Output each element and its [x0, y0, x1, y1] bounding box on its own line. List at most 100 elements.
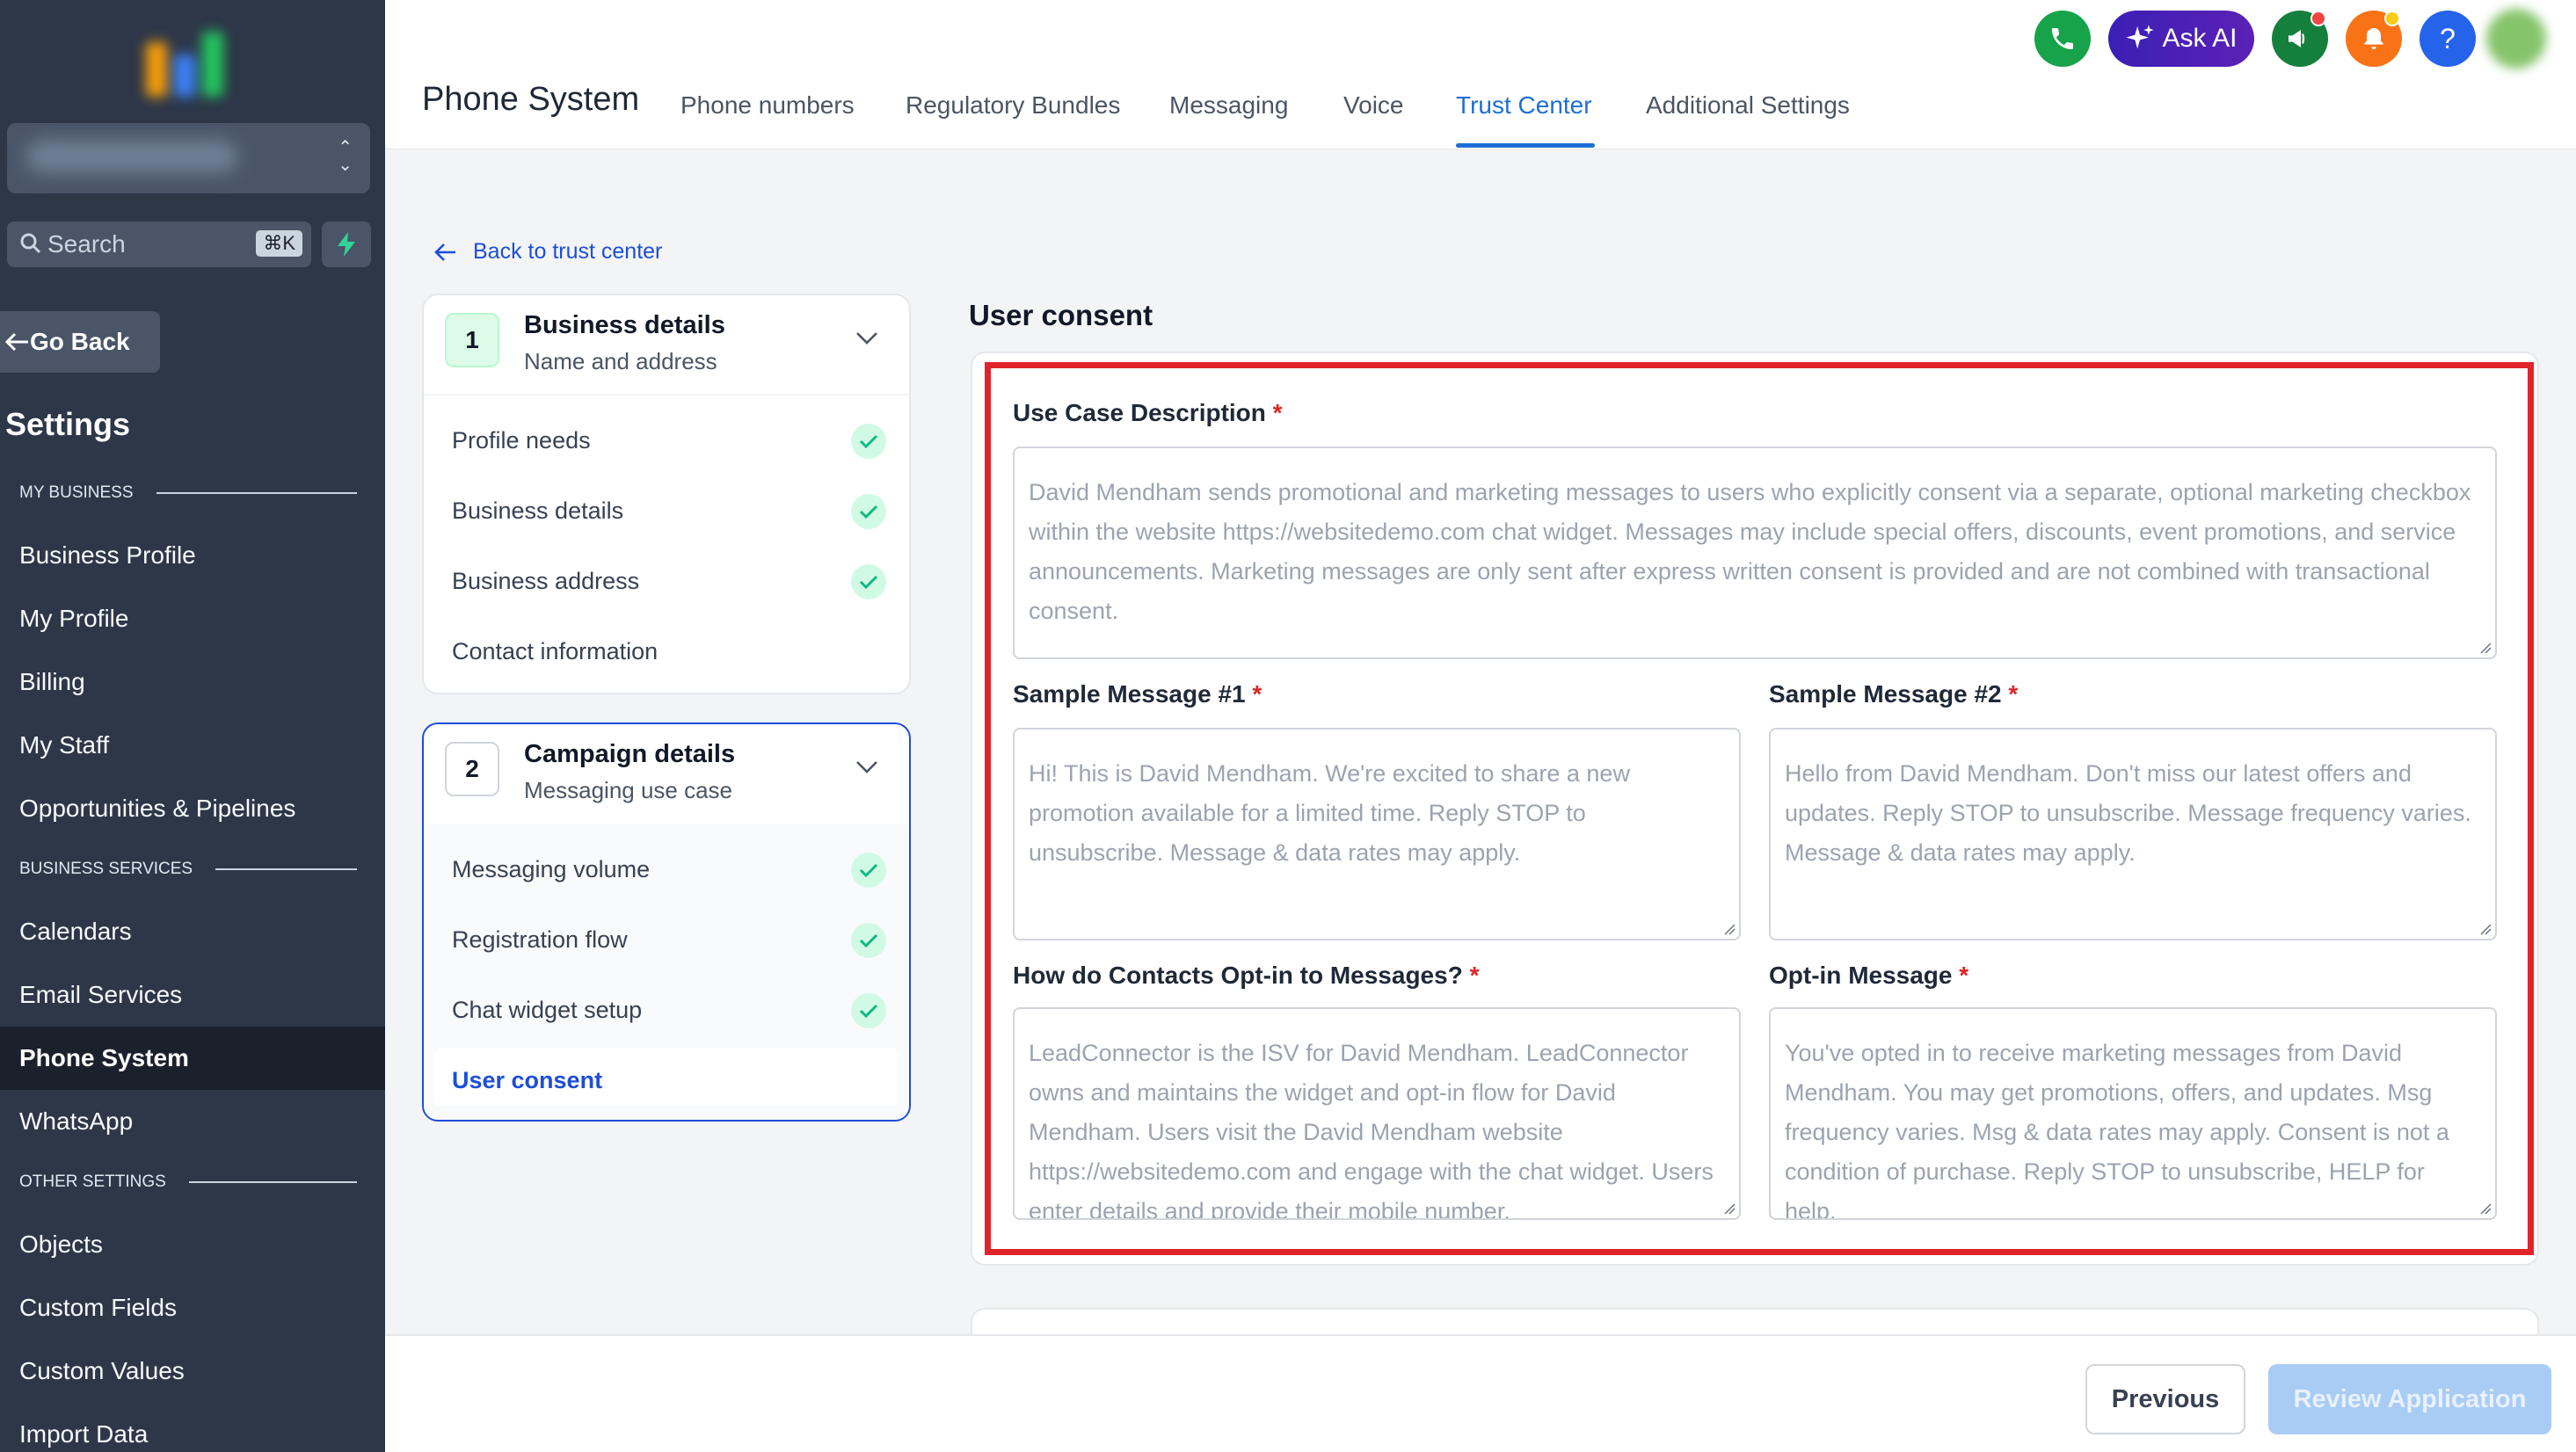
avatar[interactable]: [2486, 9, 2546, 69]
sidebar-item-my-staff[interactable]: My Staff: [19, 731, 109, 759]
label-text: Sample Message #2: [1769, 680, 2002, 708]
required-asterisk: *: [2008, 680, 2019, 708]
step-item-messaging-volume[interactable]: Messaging volume: [452, 856, 650, 883]
ask-ai-label: Ask AI: [2162, 24, 2238, 53]
sidebar-item-my-profile[interactable]: My Profile: [19, 605, 128, 633]
search-placeholder: Search: [47, 230, 126, 258]
sidebar-item-calendars[interactable]: Calendars: [19, 918, 132, 946]
search-icon: [20, 233, 41, 254]
sidebar-item-custom-fields[interactable]: Custom Fields: [19, 1294, 177, 1322]
bell-icon: [2364, 28, 2383, 49]
lightning-icon: [338, 232, 355, 257]
sample-message-2-label: Sample Message #2 *: [1769, 680, 2018, 708]
arrow-left-icon: [434, 243, 455, 261]
sidebar-item-whatsapp[interactable]: WhatsApp: [19, 1107, 133, 1136]
chevron-up-down-icon: ⌃ ⌄: [338, 138, 353, 175]
resize-grip-icon[interactable]: [2479, 1202, 2492, 1215]
account-name-redacted: [26, 141, 237, 172]
field-value: LeadConnector is the ISV for David Mendh…: [1029, 1040, 1714, 1220]
label-text: Sample Message #1: [1013, 680, 1246, 708]
next-panel-edge: [971, 1308, 2539, 1334]
step-item-profile-needs[interactable]: Profile needs: [452, 427, 591, 454]
search-shortcut-badge: ⌘K: [256, 230, 302, 257]
field-value: Hi! This is David Mendham. We're excited…: [1029, 760, 1630, 866]
step-subtitle: Name and address: [524, 348, 717, 374]
sidebar-item-billing[interactable]: Billing: [19, 668, 85, 696]
resize-grip-icon[interactable]: [1723, 923, 1736, 935]
use-case-description-field[interactable]: David Mendham sends promotional and mark…: [1013, 446, 2497, 659]
sidebar-item-opportunities[interactable]: Opportunities & Pipelines: [19, 795, 295, 823]
megaphone-icon: [2289, 30, 2305, 47]
opt-in-message-field[interactable]: You've opted in to receive marketing mes…: [1769, 1007, 2497, 1220]
active-tab-indicator: [1456, 143, 1595, 148]
tab-trust-center[interactable]: Trust Center: [1456, 91, 1592, 120]
app-logo: [141, 19, 229, 97]
tab-voice[interactable]: Voice: [1343, 91, 1404, 120]
opt-in-method-field[interactable]: LeadConnector is the ISV for David Mendh…: [1013, 1007, 1741, 1220]
sidebar-item-phone-system[interactable]: Phone System: [19, 1044, 189, 1072]
divider: [424, 394, 909, 396]
help-button[interactable]: ?: [2420, 11, 2476, 67]
footer-bar: [385, 1334, 2576, 1452]
step-header-campaign-details[interactable]: 2 Campaign details Messaging use case: [445, 724, 888, 812]
step-item-business-address[interactable]: Business address: [452, 568, 639, 595]
sparkle-icon: [2126, 25, 2155, 49]
page-title: Phone System: [422, 81, 640, 118]
step-card-campaign-details: 2 Campaign details Messaging use case Me…: [422, 722, 911, 1122]
sample-message-2-field[interactable]: Hello from David Mendham. Don't miss our…: [1769, 728, 2497, 940]
required-asterisk: *: [1959, 962, 1969, 989]
check-icon: [851, 853, 886, 888]
tab-additional-settings[interactable]: Additional Settings: [1646, 91, 1850, 120]
step-item-contact-information[interactable]: Contact information: [452, 638, 658, 665]
section-business-services: BUSINESS SERVICES: [19, 860, 357, 879]
back-to-trust-center-link[interactable]: Back to trust center: [434, 239, 662, 265]
help-icon: ?: [2440, 22, 2456, 54]
sample-message-1-label: Sample Message #1 *: [1013, 680, 1262, 708]
sidebar-item-custom-values[interactable]: Custom Values: [19, 1357, 185, 1385]
sidebar-item-import-data[interactable]: Import Data: [19, 1420, 148, 1448]
sidebar-item-email-services[interactable]: Email Services: [19, 981, 182, 1009]
required-asterisk: *: [1252, 680, 1263, 708]
label-text: How do Contacts Opt-in to Messages?: [1013, 962, 1463, 989]
sidebar-item-objects[interactable]: Objects: [19, 1231, 103, 1259]
announcements-button[interactable]: [2272, 11, 2328, 67]
tab-messaging[interactable]: Messaging: [1169, 91, 1288, 120]
resize-grip-icon[interactable]: [1723, 1202, 1736, 1215]
step-header-business-details[interactable]: 1 Business details Name and address: [445, 295, 888, 383]
check-icon: [851, 494, 886, 529]
opt-in-message-label: Opt-in Message *: [1769, 962, 1968, 990]
sidebar-item-business-profile[interactable]: Business Profile: [19, 541, 196, 570]
arrow-left-icon: [4, 332, 28, 352]
chevron-down-icon: [856, 761, 877, 773]
quick-action-button[interactable]: [322, 221, 371, 267]
chevron-down-icon: [856, 332, 877, 345]
check-icon: [851, 564, 886, 599]
review-application-button[interactable]: Review Application: [2268, 1364, 2551, 1434]
tab-regulatory-bundles[interactable]: Regulatory Bundles: [906, 91, 1120, 120]
ask-ai-button[interactable]: Ask AI: [2108, 11, 2254, 67]
phone-button[interactable]: [2034, 11, 2091, 67]
step-item-registration-flow[interactable]: Registration flow: [452, 926, 628, 954]
check-icon: [851, 424, 886, 459]
label-text: Use Case Description: [1013, 399, 1266, 426]
previous-button[interactable]: Previous: [2085, 1364, 2245, 1434]
step-item-business-details[interactable]: Business details: [452, 497, 623, 525]
sample-message-1-field[interactable]: Hi! This is David Mendham. We're excited…: [1013, 728, 1741, 940]
section-my-business: MY BUSINESS: [19, 483, 357, 503]
field-value: You've opted in to receive marketing mes…: [1785, 1040, 2449, 1220]
opt-in-method-label: How do Contacts Opt-in to Messages? *: [1013, 962, 1480, 990]
back-link-label: Back to trust center: [473, 239, 663, 264]
resize-grip-icon[interactable]: [2479, 642, 2492, 654]
step-item-user-consent[interactable]: User consent: [452, 1067, 602, 1094]
resize-grip-icon[interactable]: [2479, 923, 2492, 935]
search-input[interactable]: Search ⌘K: [7, 221, 311, 267]
notifications-button[interactable]: [2346, 11, 2402, 67]
field-value: Hello from David Mendham. Don't miss our…: [1785, 760, 2471, 866]
go-back-label: Go Back: [30, 328, 130, 355]
tab-phone-numbers[interactable]: Phone numbers: [680, 91, 855, 120]
go-back-button[interactable]: Go Back: [0, 311, 160, 373]
step-card-business-details: 1 Business details Name and address Prof…: [422, 294, 911, 694]
account-switcher[interactable]: ⌃ ⌄: [7, 123, 370, 193]
field-value: David Mendham sends promotional and mark…: [1029, 479, 2471, 624]
step-item-chat-widget-setup[interactable]: Chat widget setup: [452, 997, 642, 1024]
